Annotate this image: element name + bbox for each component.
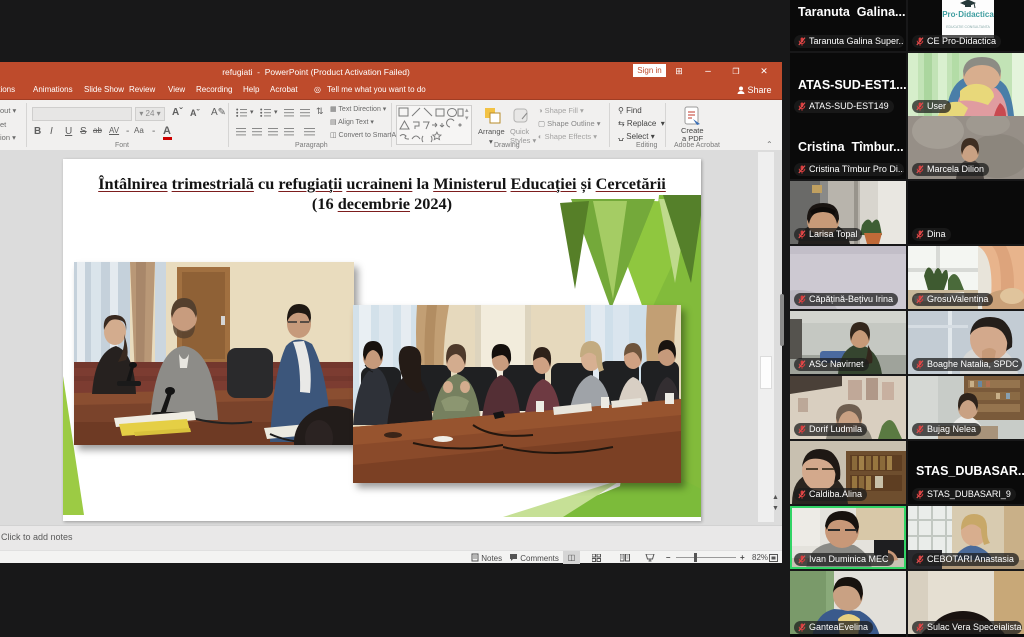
svg-text:Pro·Didactica: Pro·Didactica (942, 10, 994, 19)
svg-text:EDUCATIE CONSULTANTA: EDUCATIE CONSULTANTA (946, 25, 990, 29)
